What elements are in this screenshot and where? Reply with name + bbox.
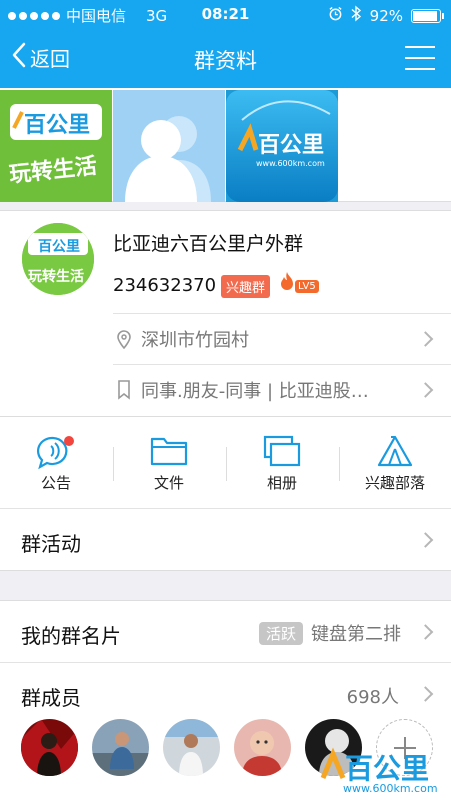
bookmark-icon — [113, 379, 135, 400]
member-count: 698人 — [346, 687, 399, 708]
avatar-slogan-text: 玩转生活 — [28, 268, 84, 285]
group-id: 234632370 — [113, 275, 217, 296]
alarm-icon — [328, 6, 343, 25]
group-photo-brand[interactable]: 百公里 www.600km.com — [226, 90, 338, 202]
group-location-row[interactable]: 深圳市竹园村 — [113, 313, 451, 363]
files-label: 文件 — [153, 474, 184, 492]
group-avatar[interactable]: 百公里 玩转生活 — [22, 223, 94, 295]
group-info-card: 百公里 玩转生活 比亚迪六百公里户外群 234632370 兴趣群 LV5 深圳… — [0, 210, 451, 417]
battery-percent: 92% — [369, 6, 403, 25]
chevron-right-icon — [417, 531, 434, 548]
activity-badge: 活跃 — [258, 621, 303, 645]
flame-icon — [280, 271, 294, 295]
group-activity-row[interactable]: 群活动 — [0, 509, 451, 571]
group-level: LV5 — [295, 279, 319, 293]
group-photos: 百公里 玩转生活 百公里 www.600km.com — [0, 88, 451, 202]
announcement-icon — [36, 435, 76, 475]
bluetooth-icon — [351, 5, 362, 26]
folder-icon — [150, 435, 188, 471]
watermark-logo: 百公里 www.600km.com — [317, 744, 447, 796]
brand-photo-url: www.600km.com — [256, 159, 325, 168]
logo-brand-text: 百公里 — [24, 113, 90, 138]
watermark-brand: 百公里 — [345, 752, 429, 785]
menu-icon[interactable] — [405, 46, 435, 70]
album-label: 相册 — [266, 474, 297, 492]
unread-dot — [64, 436, 74, 446]
my-group-card-row[interactable]: 我的群名片 活跃 键盘第二排 — [0, 600, 451, 662]
brand-photo-text: 百公里 — [258, 133, 324, 158]
group-activity-label: 群活动 — [21, 532, 81, 556]
group-level-badge: LV5 — [280, 271, 319, 295]
page-title: 群资料 — [194, 49, 257, 73]
member-avatar[interactable] — [21, 719, 78, 776]
chevron-right-icon — [417, 686, 434, 702]
member-avatar[interactable] — [163, 719, 220, 776]
tribe-label: 兴趣部落 — [364, 474, 425, 492]
announcement-button[interactable]: 公告 — [0, 417, 112, 509]
top-bar: 中国电信 3G 08:21 92% 返回 群资料 — [0, 0, 451, 88]
group-category-row[interactable]: 同事.朋友-同事 | 比亚迪股… — [113, 364, 451, 414]
album-icon — [263, 435, 301, 471]
album-button[interactable]: 相册 — [226, 417, 338, 509]
group-category: 同事.朋友-同事 | 比亚迪股… — [141, 380, 369, 402]
group-action-bar: 公告 文件 相册 兴趣部落 — [0, 417, 451, 509]
member-avatar[interactable] — [234, 719, 291, 776]
group-location: 深圳市竹园村 — [141, 329, 249, 351]
my-group-card-value: 键盘第二排 — [311, 624, 401, 645]
group-members-label: 群成员 — [21, 686, 81, 710]
member-avatar[interactable] — [92, 719, 149, 776]
battery-icon — [411, 8, 444, 23]
announcement-label: 公告 — [40, 474, 71, 492]
files-button[interactable]: 文件 — [113, 417, 225, 509]
navigation-bar: 返回 群资料 — [0, 30, 451, 88]
group-photo-default-avatar[interactable] — [113, 90, 225, 202]
tribe-button[interactable]: 兴趣部落 — [339, 417, 451, 509]
location-pin-icon — [113, 329, 135, 349]
group-photo-logo[interactable]: 百公里 玩转生活 — [0, 90, 112, 202]
group-name: 比亚迪六百公里户外群 — [113, 233, 304, 255]
avatar-brand-text: 百公里 — [38, 239, 80, 255]
watermark-url: www.600km.com — [343, 782, 438, 795]
tribe-icon — [376, 435, 414, 471]
status-bar: 中国电信 3G 08:21 92% — [0, 0, 451, 30]
chevron-right-icon — [417, 330, 434, 347]
group-type-tag: 兴趣群 — [221, 275, 271, 298]
my-group-card-label: 我的群名片 — [21, 624, 121, 648]
chevron-right-icon — [417, 381, 434, 398]
chevron-right-icon — [417, 623, 434, 640]
